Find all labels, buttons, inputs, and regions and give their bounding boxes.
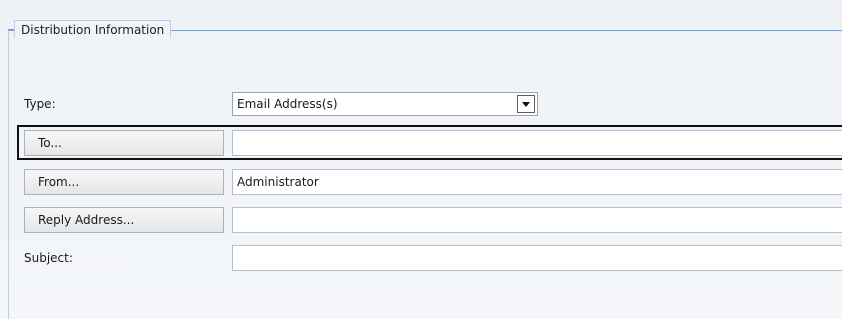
to-field[interactable] (232, 130, 842, 156)
from-field[interactable]: Administrator (232, 169, 842, 195)
reply-address-button[interactable]: Reply Address... (24, 207, 224, 233)
from-button[interactable]: From... (24, 169, 224, 195)
chevron-down-icon[interactable] (517, 95, 535, 113)
type-select-value: Email Address(s) (237, 97, 338, 111)
type-label: Type: (24, 97, 56, 111)
section-legend: Distribution Information (14, 20, 172, 38)
to-button[interactable]: To... (24, 130, 224, 156)
distribution-information-panel: Distribution Information Type: Email Add… (0, 0, 842, 319)
subject-field[interactable] (232, 245, 842, 271)
subject-label: Subject: (24, 251, 73, 265)
type-select[interactable]: Email Address(s) (232, 92, 538, 116)
reply-address-field[interactable] (232, 207, 842, 233)
